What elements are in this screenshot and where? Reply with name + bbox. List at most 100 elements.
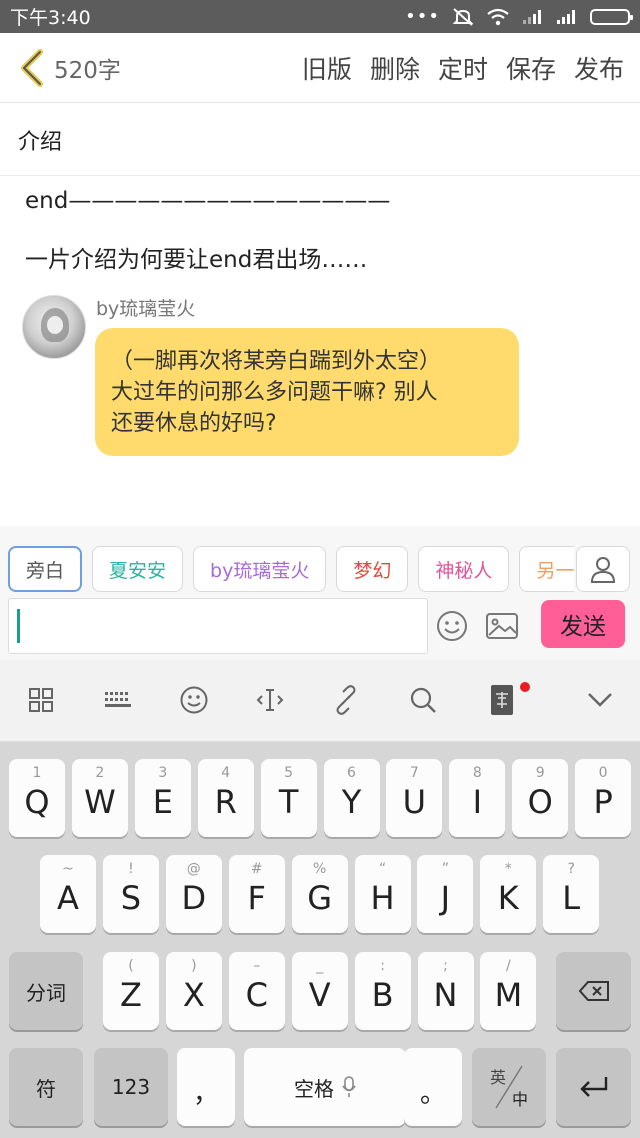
key-label: U: [402, 783, 427, 821]
chip-mysterious[interactable]: 神秘人: [418, 546, 510, 592]
key-o[interactable]: 9O: [512, 759, 569, 837]
chip-another[interactable]: 另一: [519, 546, 574, 592]
back-button[interactable]: [12, 33, 52, 103]
key-hint: –: [253, 958, 261, 974]
key-e[interactable]: 3E: [134, 759, 191, 837]
cursor-icon[interactable]: [252, 682, 288, 718]
comma-key[interactable]: ，: [177, 1048, 235, 1126]
language-toggle-key[interactable]: 英 中: [472, 1048, 546, 1126]
key-l[interactable]: ? L: [543, 855, 600, 933]
key-v[interactable]: _ V: [291, 952, 348, 1030]
key-u[interactable]: 7U: [386, 759, 443, 837]
key-f[interactable]: # F: [228, 855, 285, 933]
key-hint: *: [504, 861, 512, 877]
bubble-line: 还要休息的好吗?: [111, 411, 277, 436]
chevron-down-icon[interactable]: [582, 682, 618, 718]
chip-label: 旁白: [26, 559, 65, 582]
space-key-label: 空格: [294, 1076, 334, 1101]
symbols-key[interactable]: 符: [9, 1048, 83, 1126]
key-c[interactable]: – C: [228, 952, 285, 1030]
keyboard-icon[interactable]: [100, 682, 136, 718]
chip-liuliyinghuo[interactable]: by琉璃莹火: [193, 546, 327, 592]
key-a[interactable]: ~ A: [40, 855, 96, 933]
key-j[interactable]: ” J: [417, 855, 474, 933]
key-hint: ): [191, 958, 197, 974]
key-k[interactable]: * K: [480, 855, 537, 933]
key-i[interactable]: 8I: [449, 759, 506, 837]
key-label: Z: [120, 976, 142, 1014]
key-q[interactable]: 1Q: [9, 759, 65, 837]
key-label: P: [593, 783, 613, 821]
key-w[interactable]: 2W: [71, 759, 128, 837]
key-label: R: [214, 783, 237, 821]
chip-xiaanan[interactable]: 夏安安: [92, 546, 184, 592]
chip-label: 另一: [536, 559, 574, 582]
link-icon[interactable]: [328, 682, 364, 718]
emoji-icon[interactable]: [436, 610, 468, 642]
chip-label: 神秘人: [435, 559, 493, 582]
delete-button[interactable]: 删除: [370, 50, 420, 86]
chip-label: 梦幻: [353, 559, 392, 582]
period-key-label: 。: [419, 1078, 446, 1109]
enter-icon: [579, 1077, 607, 1097]
battery-icon: [590, 8, 633, 25]
key-hint: 0: [598, 765, 608, 781]
key-y[interactable]: 6Y: [323, 759, 380, 837]
fa-tile-icon[interactable]: [484, 682, 520, 718]
chip-narrator[interactable]: 旁白: [8, 546, 83, 592]
key-hint: 8: [472, 765, 482, 781]
old-version-button[interactable]: 旧版: [302, 50, 352, 86]
chevron-left-icon: [21, 48, 43, 87]
save-button[interactable]: 保存: [506, 50, 556, 86]
backspace-key[interactable]: [556, 952, 631, 1030]
key-hint: 7: [409, 765, 419, 781]
key-label: C: [245, 976, 268, 1014]
period-key[interactable]: 。: [404, 1048, 462, 1126]
key-label: W: [84, 783, 116, 821]
schedule-button[interactable]: 定时: [438, 50, 488, 86]
fenci-key-label: 分词: [26, 980, 66, 1005]
section-title: 介绍: [0, 104, 640, 176]
key-x[interactable]: ) X: [165, 952, 222, 1030]
search-icon[interactable]: [405, 682, 441, 718]
dialog-bubble[interactable]: （一脚再次将某旁白踹到外太空） 大过年的问那么多问题干嘛? 别人 还要休息的好吗…: [95, 328, 519, 456]
key-hint: %: [312, 861, 327, 877]
space-key[interactable]: 空格: [244, 1048, 406, 1126]
key-z[interactable]: (Z: [103, 952, 159, 1030]
chip-menghuan[interactable]: 梦幻: [336, 546, 409, 592]
content-line-end: end——————————————: [25, 188, 391, 214]
key-label: V: [308, 976, 331, 1014]
speaker-name: by琉璃莹火: [96, 298, 196, 320]
key-d[interactable]: @ D: [165, 855, 222, 933]
avatar[interactable]: [22, 295, 86, 359]
key-hint: 2: [95, 765, 105, 781]
enter-key[interactable]: [556, 1048, 631, 1126]
key-hint: ~: [62, 861, 74, 877]
key-p[interactable]: 0P: [575, 759, 632, 837]
send-button[interactable]: 发送: [541, 600, 625, 648]
numbers-key[interactable]: 123: [94, 1048, 168, 1126]
grid-icon[interactable]: [23, 682, 59, 718]
key-b[interactable]: :B: [354, 952, 411, 1030]
lang-divider: [495, 1065, 523, 1109]
publish-button[interactable]: 发布: [574, 50, 624, 86]
message-input[interactable]: [8, 598, 428, 654]
key-label: G: [307, 879, 332, 917]
key-t[interactable]: 5T: [260, 759, 317, 837]
key-m[interactable]: / M: [480, 952, 537, 1030]
person-icon: [590, 557, 616, 583]
smile-icon[interactable]: [176, 682, 212, 718]
key-g[interactable]: % G: [291, 855, 348, 933]
image-icon[interactable]: [485, 610, 519, 642]
key-label: S: [120, 879, 142, 917]
key-n[interactable]: ; N: [417, 952, 474, 1030]
add-role-button[interactable]: [576, 546, 630, 592]
key-h[interactable]: “H: [354, 855, 411, 933]
bubble-line: （一脚再次将某旁白踹到外太空）: [111, 349, 442, 374]
fenci-key[interactable]: 分词: [9, 952, 83, 1030]
key-s[interactable]: ! S: [102, 855, 159, 933]
key-label: I: [472, 783, 483, 821]
key-label: D: [181, 879, 207, 917]
numbers-key-label: 123: [111, 1075, 151, 1099]
key-r[interactable]: 4R: [197, 759, 254, 837]
